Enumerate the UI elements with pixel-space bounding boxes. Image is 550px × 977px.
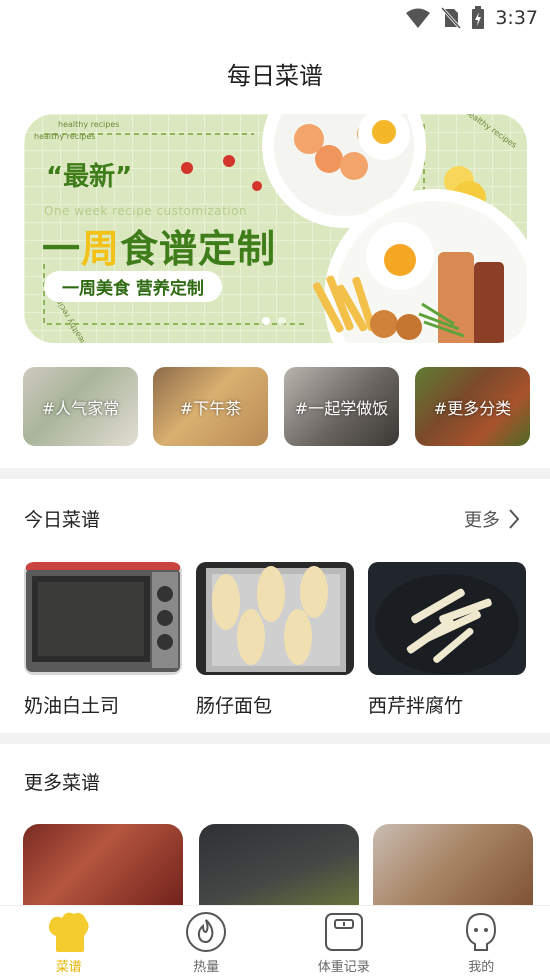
recipe-name: 西芹拌腐竹 <box>368 695 464 717</box>
section-divider <box>0 468 550 479</box>
section-divider <box>0 733 550 744</box>
tab-profile[interactable]: 我的 <box>413 906 550 977</box>
category-popular[interactable]: #人气家常 <box>23 367 138 446</box>
battery-charging-icon <box>472 6 485 29</box>
recipe-image <box>24 562 182 675</box>
category-learn-cooking[interactable]: #一起学做饭 <box>284 367 399 446</box>
flame-icon <box>186 912 227 952</box>
tab-label: 我的 <box>468 960 495 975</box>
category-label: #一起学做饭 <box>294 398 389 418</box>
status-bar: 3:37 <box>0 0 550 38</box>
carousel-dot[interactable] <box>262 317 270 325</box>
carousel-dot[interactable] <box>278 317 286 325</box>
recipe-image <box>368 562 526 675</box>
recipe-card[interactable]: 奶油白土司 <box>24 562 182 718</box>
category-afternoon-tea[interactable]: #下午茶 <box>153 367 268 446</box>
chevron-right-icon <box>509 509 520 529</box>
banner-tag: healthy recipes <box>34 132 96 141</box>
more-label: 更多 <box>464 510 500 531</box>
section-title-more: 更多菜谱 <box>24 772 101 794</box>
more-button[interactable]: 更多 <box>464 506 520 532</box>
recipe-card[interactable]: 肠仔面包 <box>196 562 354 718</box>
recipe-name: 奶油白土司 <box>24 695 120 717</box>
tab-recipes[interactable]: 菜谱 <box>0 906 138 977</box>
recipe-image <box>196 562 354 675</box>
status-time: 3:37 <box>495 7 538 29</box>
recipe-card[interactable]: 西芹拌腐竹 <box>368 562 526 718</box>
banner-tag: healthy recipes <box>58 120 120 129</box>
category-label: #人气家常 <box>41 398 120 418</box>
promo-banner[interactable]: healthy recipes healthy recipes healthy … <box>24 114 527 343</box>
scale-icon <box>324 913 363 951</box>
section-title-today: 今日菜谱 <box>24 509 101 531</box>
category-label: #下午茶 <box>179 398 242 418</box>
tab-label: 体重记录 <box>317 960 370 975</box>
profile-icon <box>466 912 497 951</box>
more-recipe-card[interactable] <box>23 824 183 914</box>
banner-pill: 一周美食 营养定制 <box>44 271 222 302</box>
category-more[interactable]: #更多分类 <box>415 367 530 446</box>
tab-label: 热量 <box>193 960 220 975</box>
category-row: #人气家常 #下午茶 #一起学做饭 #更多分类 <box>23 367 530 446</box>
banner-headline: 一周食谱定制 <box>42 227 277 271</box>
banner-subtitle-en: One week recipe customization <box>44 204 248 218</box>
category-label: #更多分类 <box>433 398 512 418</box>
bottom-tab-bar: 菜谱 热量 体重记录 我的 <box>0 905 550 977</box>
wifi-icon <box>406 8 431 28</box>
carousel-dots[interactable] <box>262 317 286 325</box>
no-sim-icon <box>441 7 462 29</box>
chef-hat-icon <box>48 912 89 952</box>
tab-calories[interactable]: 热量 <box>138 906 276 977</box>
more-recipe-card[interactable] <box>373 824 533 914</box>
tab-weight-log[interactable]: 体重记录 <box>275 906 413 977</box>
tab-label: 菜谱 <box>55 960 82 975</box>
more-recipe-card[interactable] <box>199 824 359 914</box>
page-title: 每日菜谱 <box>227 62 323 90</box>
banner-latest: “最新” <box>46 162 133 192</box>
recipe-name: 肠仔面包 <box>196 695 273 717</box>
